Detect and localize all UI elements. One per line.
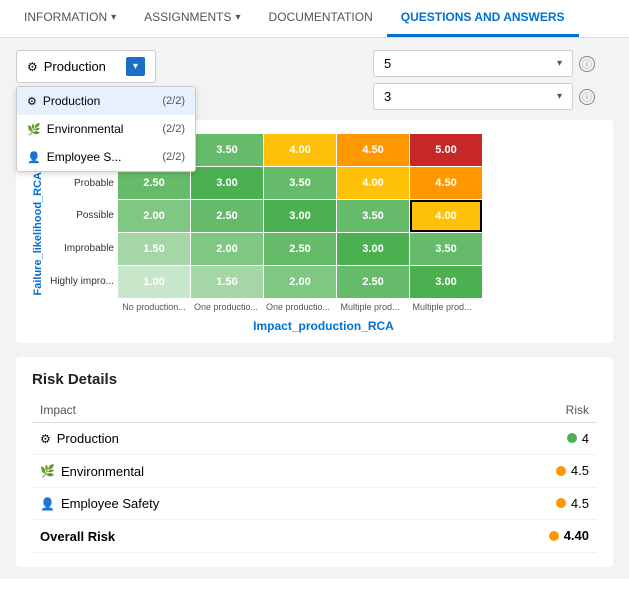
risk-dot xyxy=(556,498,566,508)
matrix-cell-0-1[interactable]: 3.50 xyxy=(191,134,263,166)
col-label-3: Multiple prod... xyxy=(334,302,406,313)
risk-table: Impact Risk ⚙Production4🌿Environmental4.… xyxy=(32,398,597,553)
category-dropdown-menu: ⚙ Production (2/2) 🌿 Environmental (2/2)… xyxy=(16,86,196,172)
tab-information[interactable]: INFORMATION ▾ xyxy=(10,0,130,37)
col-label-0: No production... xyxy=(118,302,190,313)
matrix-cell-0-4[interactable]: 5.00 xyxy=(410,134,482,166)
employee-safety-icon: 👤 xyxy=(27,151,41,164)
matrix-row-3: 1.502.002.503.003.50 xyxy=(118,233,482,265)
matrix-cell-3-4[interactable]: 3.50 xyxy=(410,233,482,265)
select-field-1[interactable]: 5 ▾ xyxy=(373,50,573,77)
row-label-4: Highly impro... xyxy=(50,266,114,298)
matrix-cell-4-1[interactable]: 1.50 xyxy=(191,266,263,298)
select-row-2: 3 ▾ ⓘ xyxy=(373,83,613,110)
overall-risk-row: Overall Risk4.40 xyxy=(32,520,597,553)
matrix-row-2: 2.002.503.003.504.00 xyxy=(118,200,482,232)
col-header-risk: Risk xyxy=(431,398,597,423)
risk-row-2: 👤Employee Safety4.5 xyxy=(32,487,597,520)
dropdown-item-production[interactable]: ⚙ Production (2/2) xyxy=(17,87,195,115)
matrix-cell-3-1[interactable]: 2.00 xyxy=(191,233,263,265)
matrix-cell-1-2[interactable]: 3.50 xyxy=(264,167,336,199)
select-value-2: 3 xyxy=(384,89,391,104)
risk-row-0: ⚙Production4 xyxy=(32,422,597,455)
select-field-2[interactable]: 3 ▾ xyxy=(373,83,573,110)
info-icon-1[interactable]: ⓘ xyxy=(579,56,595,72)
tab-documentation[interactable]: DOCUMENTATION xyxy=(255,0,387,37)
x-axis-label: Impact_production_RCA xyxy=(50,319,597,333)
matrix-cell-4-4[interactable]: 3.00 xyxy=(410,266,482,298)
matrix-cell-4-0[interactable]: 1.00 xyxy=(118,266,190,298)
matrix-cell-4-2[interactable]: 2.00 xyxy=(264,266,336,298)
col-label-4: Multiple prod... xyxy=(406,302,478,313)
y-axis-label: Failure_likelihood_RCA xyxy=(32,172,44,295)
col-label-1: One productio... xyxy=(190,302,262,313)
col-labels-row: No production...One productio...One prod… xyxy=(118,302,597,313)
risk-dot xyxy=(556,466,566,476)
matrix-cell-2-0[interactable]: 2.00 xyxy=(118,200,190,232)
row-label-3: Improbable xyxy=(50,233,114,265)
matrix-cell-1-1[interactable]: 3.00 xyxy=(191,167,263,199)
risk-row-1: 🌿Environmental4.5 xyxy=(32,455,597,488)
info-icon-2[interactable]: ⓘ xyxy=(579,89,595,105)
matrix-cell-2-4[interactable]: 4.00 xyxy=(410,200,482,232)
category-dropdown-button[interactable]: ⚙ Production ▾ xyxy=(16,50,156,83)
risk-details-title: Risk Details xyxy=(32,371,597,388)
dropdown-selected-label: Production xyxy=(44,59,106,74)
risk-row-icon: 🌿Environmental xyxy=(40,464,144,479)
risk-details-section: Risk Details Impact Risk ⚙Production4🌿En… xyxy=(16,357,613,567)
select-value-1: 5 xyxy=(384,56,391,71)
chevron-icon: ▾ xyxy=(236,12,241,23)
select-arrow-1: ▾ xyxy=(557,58,562,69)
dropdown-arrow[interactable]: ▾ xyxy=(126,57,145,76)
risk-dot xyxy=(567,433,577,443)
matrix-cell-1-3[interactable]: 4.00 xyxy=(337,167,409,199)
matrix-cell-0-2[interactable]: 4.00 xyxy=(264,134,336,166)
col-label-2: One productio... xyxy=(262,302,334,313)
select-row-1: 5 ▾ ⓘ xyxy=(373,50,613,77)
risk-row-icon: 👤Employee Safety xyxy=(40,496,159,511)
matrix-cell-2-2[interactable]: 3.00 xyxy=(264,200,336,232)
tab-assignments[interactable]: ASSIGNMENTS ▾ xyxy=(130,0,254,37)
matrix-row-4: 1.001.502.002.503.00 xyxy=(118,266,482,298)
matrix-cell-2-1[interactable]: 2.50 xyxy=(191,200,263,232)
right-selects: 5 ▾ ⓘ 3 ▾ ⓘ xyxy=(373,50,613,110)
row-label-2: Possible xyxy=(50,200,114,232)
matrix-cell-2-3[interactable]: 3.50 xyxy=(337,200,409,232)
nav-tabs: INFORMATION ▾ ASSIGNMENTS ▾ DOCUMENTATIO… xyxy=(0,0,629,38)
matrix-cell-0-3[interactable]: 4.50 xyxy=(337,134,409,166)
production-icon: ⚙ xyxy=(27,95,37,108)
overall-risk-dot xyxy=(549,531,559,541)
select-arrow-2: ▾ xyxy=(557,91,562,102)
matrix-cell-4-3[interactable]: 2.50 xyxy=(337,266,409,298)
category-dropdown-wrapper: ⚙ Production ▾ ⚙ Production (2/2) 🌿 Envi… xyxy=(16,50,156,83)
matrix-cell-1-4[interactable]: 4.50 xyxy=(410,167,482,199)
matrix-cell-3-0[interactable]: 1.50 xyxy=(118,233,190,265)
chevron-icon: ▾ xyxy=(111,12,116,23)
risk-row-icon: ⚙Production xyxy=(40,431,119,446)
matrix-cell-3-2[interactable]: 2.50 xyxy=(264,233,336,265)
col-header-impact: Impact xyxy=(32,398,431,423)
dropdown-item-employee-safety[interactable]: 👤 Employee S... (2/2) xyxy=(17,143,195,171)
environmental-icon: 🌿 xyxy=(27,123,41,136)
tab-questions-answers[interactable]: QUESTIONS AND ANSWERS xyxy=(387,0,579,37)
main-content: ⚙ Production ▾ ⚙ Production (2/2) 🌿 Envi… xyxy=(0,38,629,579)
matrix-cell-3-3[interactable]: 3.00 xyxy=(337,233,409,265)
dropdown-icon: ⚙ xyxy=(27,60,38,74)
controls-row: ⚙ Production ▾ ⚙ Production (2/2) 🌿 Envi… xyxy=(16,50,613,110)
dropdown-item-environmental[interactable]: 🌿 Environmental (2/2) xyxy=(17,115,195,143)
